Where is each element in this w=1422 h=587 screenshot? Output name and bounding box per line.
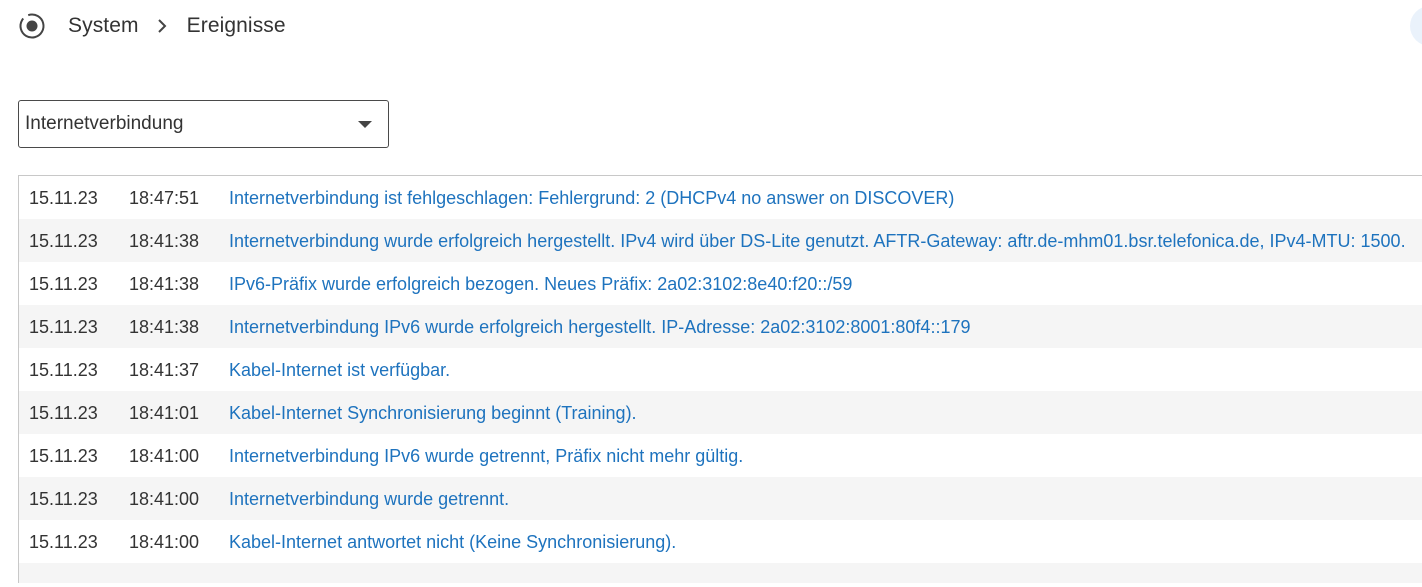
event-message-link[interactable]: Internetverbindung wurde getrennt. xyxy=(229,487,1422,512)
breadcrumb-current: Ereignisse xyxy=(186,14,286,37)
events-page: System Ereignisse Internetverbindung 15.… xyxy=(0,0,1422,587)
event-filter-select[interactable]: Internetverbindung xyxy=(18,100,389,148)
event-message-link[interactable]: Kabel-Internet ist verfügbar. xyxy=(229,358,1422,383)
event-row: 15.11.23 18:41:38 Internetverbindung IPv6 … xyxy=(19,305,1422,348)
event-date: 15.11.23 xyxy=(29,231,98,251)
event-row: 15.11.23 18:41:00 Kabel-Internet antwortet… xyxy=(19,520,1422,563)
event-time: 18:47:51 xyxy=(129,188,200,208)
user-avatar-circle[interactable] xyxy=(1410,6,1422,46)
event-time: 18:41:01 xyxy=(129,403,200,423)
event-row: 15.11.23 18:41:38 Internetverbindung wurde… xyxy=(19,219,1422,262)
event-time: 18:41:00 xyxy=(129,489,200,509)
event-filter-value: Internetverbindung xyxy=(25,113,184,134)
event-date: 15.11.23 xyxy=(29,317,98,337)
event-row: 15.11.23 18:41:00 Internetverbindung IPv6 … xyxy=(19,434,1422,477)
events-table: 15.11.23 18:47:51 Internetverbindung ist f… xyxy=(18,175,1422,583)
event-time: 18:41:00 xyxy=(129,446,200,466)
event-message-link[interactable]: Internetverbindung wurde erfolgreich her… xyxy=(229,229,1422,254)
event-message-link[interactable]: Internetverbindung IPv6 wurde erfolgreic… xyxy=(229,315,1422,340)
event-message-link[interactable]: Internetverbindung IPv6 wurde getrennt, … xyxy=(229,444,1422,469)
event-date: 15.11.23 xyxy=(29,188,98,208)
event-time: 18:41:38 xyxy=(129,231,200,251)
event-date: 15.11.23 xyxy=(29,446,98,466)
event-message-link[interactable]: Kabel-Internet Synchronisierung beginnt … xyxy=(229,401,1422,426)
event-row: 15.11.23 18:41:37 Kabel-Internet ist verfü… xyxy=(19,348,1422,391)
event-date: 15.11.23 xyxy=(29,360,98,380)
event-message-link[interactable]: Internetverbindung ist fehlgeschlagen: F… xyxy=(229,186,1422,211)
event-date: 15.11.23 xyxy=(29,274,98,294)
event-message-link[interactable]: IPv6-Präfix wurde erfolgreich bezogen. N… xyxy=(229,272,1422,297)
event-time: 18:41:00 xyxy=(129,532,200,552)
event-time: 18:41:37 xyxy=(129,360,200,380)
breadcrumb: System Ereignisse xyxy=(18,8,286,44)
event-row: 15.11.23 18:41:00 Internetverbindung wurde… xyxy=(19,477,1422,520)
radio-dot-icon[interactable] xyxy=(18,12,46,40)
event-row: 15.11.23 18:41:38 IPv6-Präfix wurde erfolg… xyxy=(19,262,1422,305)
event-message-link[interactable]: Kabel-Internet antwortet nicht (Keine Sy… xyxy=(229,530,1422,555)
event-date: 15.11.23 xyxy=(29,532,98,552)
event-row: 15.11.23 18:47:51 Internetverbindung ist f… xyxy=(19,176,1422,219)
event-row: 15.11.23 18:41:01 Kabel-Internet Synchroni… xyxy=(19,391,1422,434)
event-date: 15.11.23 xyxy=(29,489,98,509)
chevron-right-icon xyxy=(155,16,169,36)
event-time: 18:41:38 xyxy=(129,317,200,337)
breadcrumb-system[interactable]: System xyxy=(68,14,139,38)
event-row-partial xyxy=(19,563,1422,583)
caret-down-icon xyxy=(358,121,372,128)
event-time: 18:41:38 xyxy=(129,274,200,294)
event-date: 15.11.23 xyxy=(29,403,98,423)
